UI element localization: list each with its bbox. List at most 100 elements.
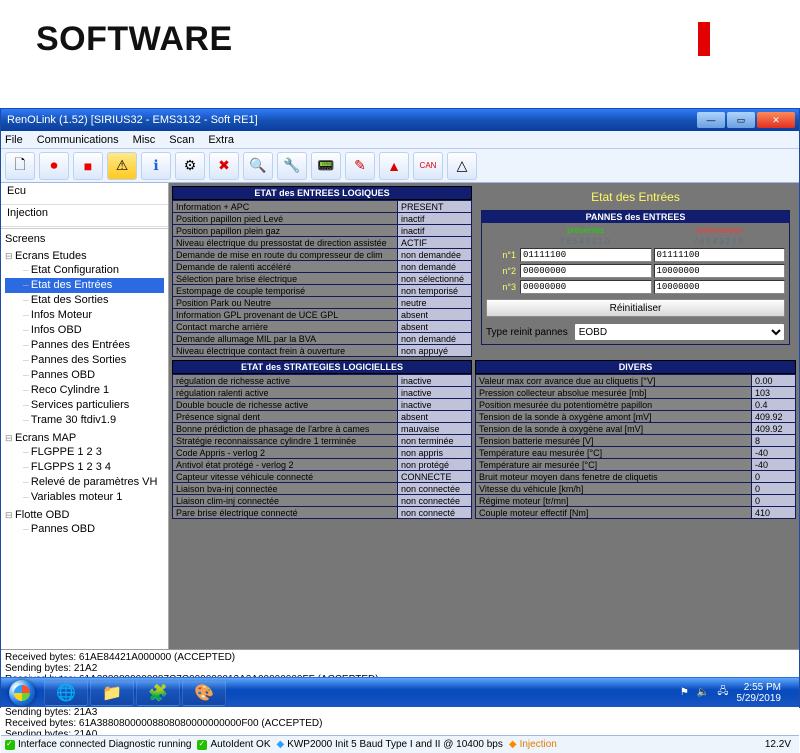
tool-alert2-icon[interactable]: △ bbox=[447, 152, 477, 180]
table-cell-value: 409.92 bbox=[752, 411, 796, 423]
table-cell-label: Contact marche arrière bbox=[173, 321, 398, 333]
pannes-title: PANNES des ENTREES bbox=[482, 211, 789, 223]
type-reinit-select[interactable]: EOBD bbox=[574, 323, 785, 341]
pannes-row-label: n°1 bbox=[486, 250, 518, 260]
pannes-present-field[interactable] bbox=[520, 264, 652, 278]
table-cell-value: ACTIF bbox=[398, 237, 472, 249]
menu-bar: File Communications Misc Scan Extra bbox=[1, 131, 799, 149]
left-panel: Ecu Injection Screens Ecrans EtudesEtat … bbox=[1, 183, 169, 649]
table-cell-value: 0 bbox=[752, 483, 796, 495]
table-cell-value: absent bbox=[398, 411, 472, 423]
table-cell-value: non connectée bbox=[398, 483, 472, 495]
tree-item[interactable]: Pannes des Sorties bbox=[5, 353, 164, 368]
table-cell-label: Position papillon pied Levé bbox=[173, 213, 398, 225]
tree-item[interactable]: Trame 30 ftdiv1.9 bbox=[5, 413, 164, 428]
table-cell-value: CONNECTE bbox=[398, 471, 472, 483]
task-app-icon[interactable]: 🧩 bbox=[136, 680, 180, 706]
pannes-row-label: n°3 bbox=[486, 282, 518, 292]
table-cell-value: non demandé bbox=[398, 333, 472, 345]
tool-cancel-icon[interactable]: ✖ bbox=[209, 152, 239, 180]
tray-clock[interactable]: 2:55 PM 5/29/2019 bbox=[737, 682, 782, 704]
tree-item[interactable]: Variables moteur 1 bbox=[5, 490, 164, 505]
tool-gear-icon[interactable]: ⚙ bbox=[175, 152, 205, 180]
table-cell-value: 8 bbox=[752, 435, 796, 447]
tool-ecu-icon[interactable]: 📟 bbox=[311, 152, 341, 180]
status-autoident: AutoIdent OK bbox=[210, 739, 270, 750]
menu-scan[interactable]: Scan bbox=[169, 134, 194, 146]
screens-tree[interactable]: Ecrans EtudesEtat ConfigurationEtat des … bbox=[1, 247, 168, 649]
tree-item[interactable]: Reco Cylindre 1 bbox=[5, 383, 164, 398]
pannes-memo-field[interactable] bbox=[654, 280, 786, 294]
menu-extra[interactable]: Extra bbox=[208, 134, 234, 146]
table-cell-label: Pression collecteur absolue mesurée [mb] bbox=[476, 387, 752, 399]
tree-item[interactable]: FLGPPS 1 2 3 4 bbox=[5, 460, 164, 475]
screens-label: Screens bbox=[1, 229, 168, 247]
tree-item[interactable]: Infos OBD bbox=[5, 323, 164, 338]
tree-item[interactable]: Etat Configuration bbox=[5, 263, 164, 278]
tool-alert-icon[interactable]: ▲ bbox=[379, 152, 409, 180]
table-cell-label: Valeur max corr avance due au cliquetis … bbox=[476, 375, 752, 387]
section-strategies-title: ETAT des STRATEGIES LOGICIELLES bbox=[172, 360, 472, 374]
tab-injection[interactable]: Injection bbox=[1, 205, 168, 227]
tray-network-icon[interactable]: 🖧 bbox=[717, 684, 728, 701]
tool-warning-icon[interactable]: ⚠ bbox=[107, 152, 137, 180]
tree-item[interactable]: Pannes OBD bbox=[5, 368, 164, 383]
tree-item[interactable]: Services particuliers bbox=[5, 398, 164, 413]
tree-item[interactable]: FLGPPE 1 2 3 bbox=[5, 445, 164, 460]
table-cell-label: Position Park ou Neutre bbox=[173, 297, 398, 309]
table-cell-label: Code Appris - verlog 2 bbox=[173, 447, 398, 459]
tool-pen-icon[interactable]: ✎ bbox=[345, 152, 375, 180]
menu-misc[interactable]: Misc bbox=[133, 134, 156, 146]
status-ok-icon bbox=[5, 740, 15, 750]
table-cell-value: 0 bbox=[752, 495, 796, 507]
tree-group[interactable]: Flotte OBD bbox=[5, 508, 164, 522]
maximize-button[interactable]: ▭ bbox=[727, 112, 755, 128]
tool-stop-icon[interactable]: ■ bbox=[73, 152, 103, 180]
pannes-memo-field[interactable] bbox=[654, 264, 786, 278]
table-cell-label: Liaison bva-inj connectée bbox=[173, 483, 398, 495]
tool-info-icon[interactable]: ℹ bbox=[141, 152, 171, 180]
pannes-memo-field[interactable] bbox=[654, 248, 786, 262]
pannes-present-field[interactable] bbox=[520, 280, 652, 294]
close-button[interactable]: ✕ bbox=[757, 112, 795, 128]
table-cell-value: -40 bbox=[752, 447, 796, 459]
table-cell-label: Demande de ralenti accéléré bbox=[173, 261, 398, 273]
tray-volume-icon[interactable]: 🔈 bbox=[697, 687, 709, 698]
tree-item[interactable]: Relevé de paramètres VH bbox=[5, 475, 164, 490]
tool-record-icon[interactable]: ⏺ bbox=[39, 152, 69, 180]
table-cell-value: mauvaise bbox=[398, 423, 472, 435]
tray-flag-icon[interactable]: ⚑ bbox=[680, 687, 689, 698]
section-divers: DIVERS Valeur max corr avance due au cli… bbox=[475, 360, 796, 519]
tree-item[interactable]: Pannes OBD bbox=[5, 522, 164, 537]
table-cell-value: non demandé bbox=[398, 261, 472, 273]
taskbar[interactable]: 🌐 📁 🧩 🎨 ⚑ 🔈 🖧 2:55 PM 5/29/2019 bbox=[1, 677, 799, 707]
task-paint-icon[interactable]: 🎨 bbox=[182, 680, 226, 706]
table-cell-value: 0 bbox=[752, 471, 796, 483]
pannes-present-field[interactable] bbox=[520, 248, 652, 262]
table-cell-value: PRESENT bbox=[398, 201, 472, 213]
minimize-button[interactable]: — bbox=[697, 112, 725, 128]
start-button[interactable] bbox=[1, 678, 43, 708]
tree-item[interactable]: Etat des Sorties bbox=[5, 293, 164, 308]
task-ie-icon[interactable]: 🌐 bbox=[44, 680, 88, 706]
table-cell-label: Sélection pare brise électrique bbox=[173, 273, 398, 285]
tab-ecu[interactable]: Ecu bbox=[1, 183, 168, 205]
menu-communications[interactable]: Communications bbox=[37, 134, 119, 146]
table-cell-value: -40 bbox=[752, 459, 796, 471]
task-explorer-icon[interactable]: 📁 bbox=[90, 680, 134, 706]
status-voltage: 12.2V bbox=[765, 739, 795, 750]
section-strategies: ETAT des STRATEGIES LOGICIELLES régulati… bbox=[172, 360, 472, 519]
tool-can-icon[interactable]: CAN bbox=[413, 152, 443, 180]
menu-file[interactable]: File bbox=[5, 134, 23, 146]
title-bar[interactable]: RenOLink (1.52) [SIRIUS32 - EMS3132 - So… bbox=[1, 109, 799, 131]
tool-search-icon[interactable]: 🔍 bbox=[243, 152, 273, 180]
tree-item[interactable]: Infos Moteur bbox=[5, 308, 164, 323]
tree-group[interactable]: Ecrans Etudes bbox=[5, 249, 164, 263]
tree-item[interactable]: Etat des Entrées bbox=[5, 278, 164, 293]
tree-item[interactable]: Pannes des Entrées bbox=[5, 338, 164, 353]
tool-new-icon[interactable]: 🗋 bbox=[5, 152, 35, 180]
table-cell-label: Liaison clim-inj connectée bbox=[173, 495, 398, 507]
reinit-button[interactable]: Réinitialiser bbox=[486, 299, 785, 317]
tool-engine-icon[interactable]: 🔧 bbox=[277, 152, 307, 180]
tree-group[interactable]: Ecrans MAP bbox=[5, 431, 164, 445]
